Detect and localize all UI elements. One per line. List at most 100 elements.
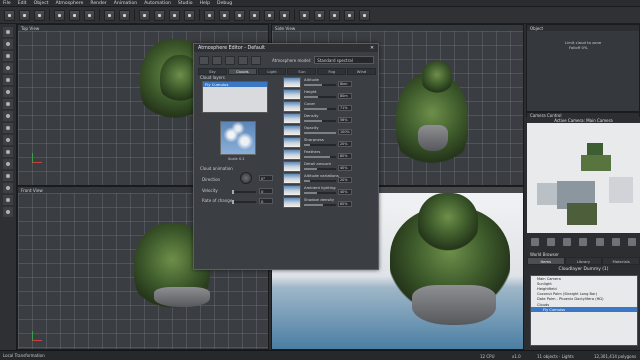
paste-icon[interactable]	[84, 9, 95, 21]
cloud-layer-list[interactable]: Fly Cumulus	[202, 81, 268, 113]
orbit-icon[interactable]	[547, 238, 556, 246]
grid-icon[interactable]	[204, 9, 215, 21]
preview-icon[interactable]	[329, 9, 340, 21]
direction-dial[interactable]	[240, 172, 252, 184]
param-thumbnail[interactable]	[283, 149, 301, 160]
velocity-slider[interactable]	[232, 190, 256, 194]
undo-icon[interactable]	[104, 9, 115, 21]
menu-debug[interactable]: Debug	[217, 1, 232, 6]
sun-icon[interactable]	[238, 55, 248, 65]
cloud-preview-thumbnail[interactable]	[220, 121, 256, 155]
param-slider[interactable]	[304, 108, 336, 110]
tab-wind[interactable]: Wind	[347, 68, 376, 75]
tab-sky[interactable]: Sky	[198, 68, 227, 75]
cut-icon[interactable]	[54, 9, 65, 21]
reset-camera-icon[interactable]	[627, 238, 636, 246]
layout-icon[interactable]	[314, 9, 325, 21]
atmosphere-icon[interactable]	[264, 9, 275, 21]
param-value[interactable]: 71%	[338, 105, 352, 111]
menu-help[interactable]: Help	[200, 1, 210, 6]
param-value[interactable]: 80%	[338, 153, 352, 159]
save-atmosphere-icon[interactable]	[225, 55, 235, 65]
terrain-tool-icon[interactable]	[3, 99, 13, 109]
menu-automation[interactable]: Automation	[144, 1, 171, 6]
direction-field[interactable]: 0°	[259, 175, 273, 181]
velocity-field[interactable]: 0	[259, 188, 273, 194]
tab-materials[interactable]: Materials	[602, 257, 640, 265]
dialog-title-bar[interactable]: Atmosphere Editor - Default ✕	[194, 44, 378, 52]
param-thumbnail[interactable]	[283, 161, 301, 172]
link-icon[interactable]	[184, 9, 195, 21]
param-slider[interactable]	[304, 204, 336, 206]
atmosphere-model-select[interactable]: Standard spectral	[314, 56, 375, 64]
param-value[interactable]: 100%	[338, 129, 352, 135]
sphere-tool-icon[interactable]	[3, 39, 13, 49]
param-value[interactable]: 40%	[338, 189, 352, 195]
redo-icon[interactable]	[119, 9, 130, 21]
dolly-icon[interactable]	[579, 238, 588, 246]
object-tree[interactable]: Main Camera Sunlight Heightfield Coconut…	[530, 275, 638, 346]
tab-sun[interactable]: Sun	[287, 68, 317, 75]
param-thumbnail[interactable]	[283, 101, 301, 112]
param-thumbnail[interactable]	[283, 197, 301, 208]
zoom-icon[interactable]	[563, 238, 572, 246]
tab-items[interactable]: Items	[527, 257, 565, 265]
rate-field[interactable]: 0	[259, 198, 273, 204]
focus-icon[interactable]	[611, 238, 620, 246]
select-tool-icon[interactable]	[3, 27, 13, 37]
param-thumbnail[interactable]	[283, 173, 301, 184]
param-value[interactable]: 80m	[338, 93, 352, 99]
menu-animation[interactable]: Animation	[114, 1, 137, 6]
menu-object[interactable]: Object	[34, 1, 49, 6]
copy-icon[interactable]	[69, 9, 80, 21]
param-slider[interactable]	[304, 132, 336, 134]
param-slider[interactable]	[304, 96, 336, 98]
plane-tool-icon[interactable]	[3, 87, 13, 97]
param-thumbnail[interactable]	[283, 137, 301, 148]
settings-icon[interactable]	[359, 9, 370, 21]
param-slider[interactable]	[304, 180, 336, 182]
param-slider[interactable]	[304, 84, 336, 86]
menu-render[interactable]: Render	[90, 1, 106, 6]
scale-icon[interactable]	[169, 9, 180, 21]
tab-clouds[interactable]: Clouds	[227, 68, 257, 75]
new-scene-icon[interactable]	[4, 9, 15, 21]
param-thumbnail[interactable]	[283, 125, 301, 136]
param-value[interactable]: 56%	[338, 117, 352, 123]
cloud-layer-item[interactable]: Fly Cumulus	[203, 82, 267, 87]
rock-tool-icon[interactable]	[3, 135, 13, 145]
param-slider[interactable]	[304, 144, 336, 146]
param-slider[interactable]	[304, 156, 336, 158]
slider-handle[interactable]	[232, 200, 234, 204]
ecosystem-tool-icon[interactable]	[3, 195, 13, 205]
tab-fog[interactable]: Fog	[317, 68, 347, 75]
tab-light[interactable]: Light	[257, 68, 287, 75]
close-icon[interactable]: ✕	[370, 46, 374, 51]
camera-tool-icon[interactable]	[3, 183, 13, 193]
roll-icon[interactable]	[595, 238, 604, 246]
view-icon[interactable]	[299, 9, 310, 21]
param-slider[interactable]	[304, 120, 336, 122]
tab-library[interactable]: Library	[564, 257, 603, 265]
menu-edit[interactable]: Edit	[18, 1, 27, 6]
param-value[interactable]: 20%	[338, 141, 352, 147]
param-value[interactable]: 8km	[338, 81, 352, 87]
param-slider[interactable]	[304, 192, 336, 194]
falloff-value[interactable]: 0%	[581, 45, 587, 50]
param-slider[interactable]	[304, 168, 336, 170]
param-thumbnail[interactable]	[283, 113, 301, 124]
menu-atmosphere[interactable]: Atmosphere	[56, 1, 84, 6]
settings-icon[interactable]	[251, 55, 261, 65]
param-thumbnail[interactable]	[283, 89, 301, 100]
param-thumbnail[interactable]	[283, 77, 301, 88]
tree-item-selected[interactable]: Fly Cumulus	[531, 307, 637, 313]
param-value[interactable]: 60%	[338, 201, 352, 207]
globe-icon[interactable]	[279, 9, 290, 21]
water-tool-icon[interactable]	[3, 111, 13, 121]
rate-slider[interactable]	[232, 200, 256, 204]
light-tool-icon[interactable]	[3, 171, 13, 181]
cone-tool-icon[interactable]	[3, 75, 13, 85]
param-thumbnail[interactable]	[283, 185, 301, 196]
cloud-tool-icon[interactable]	[3, 159, 13, 169]
pan-icon[interactable]	[531, 238, 540, 246]
